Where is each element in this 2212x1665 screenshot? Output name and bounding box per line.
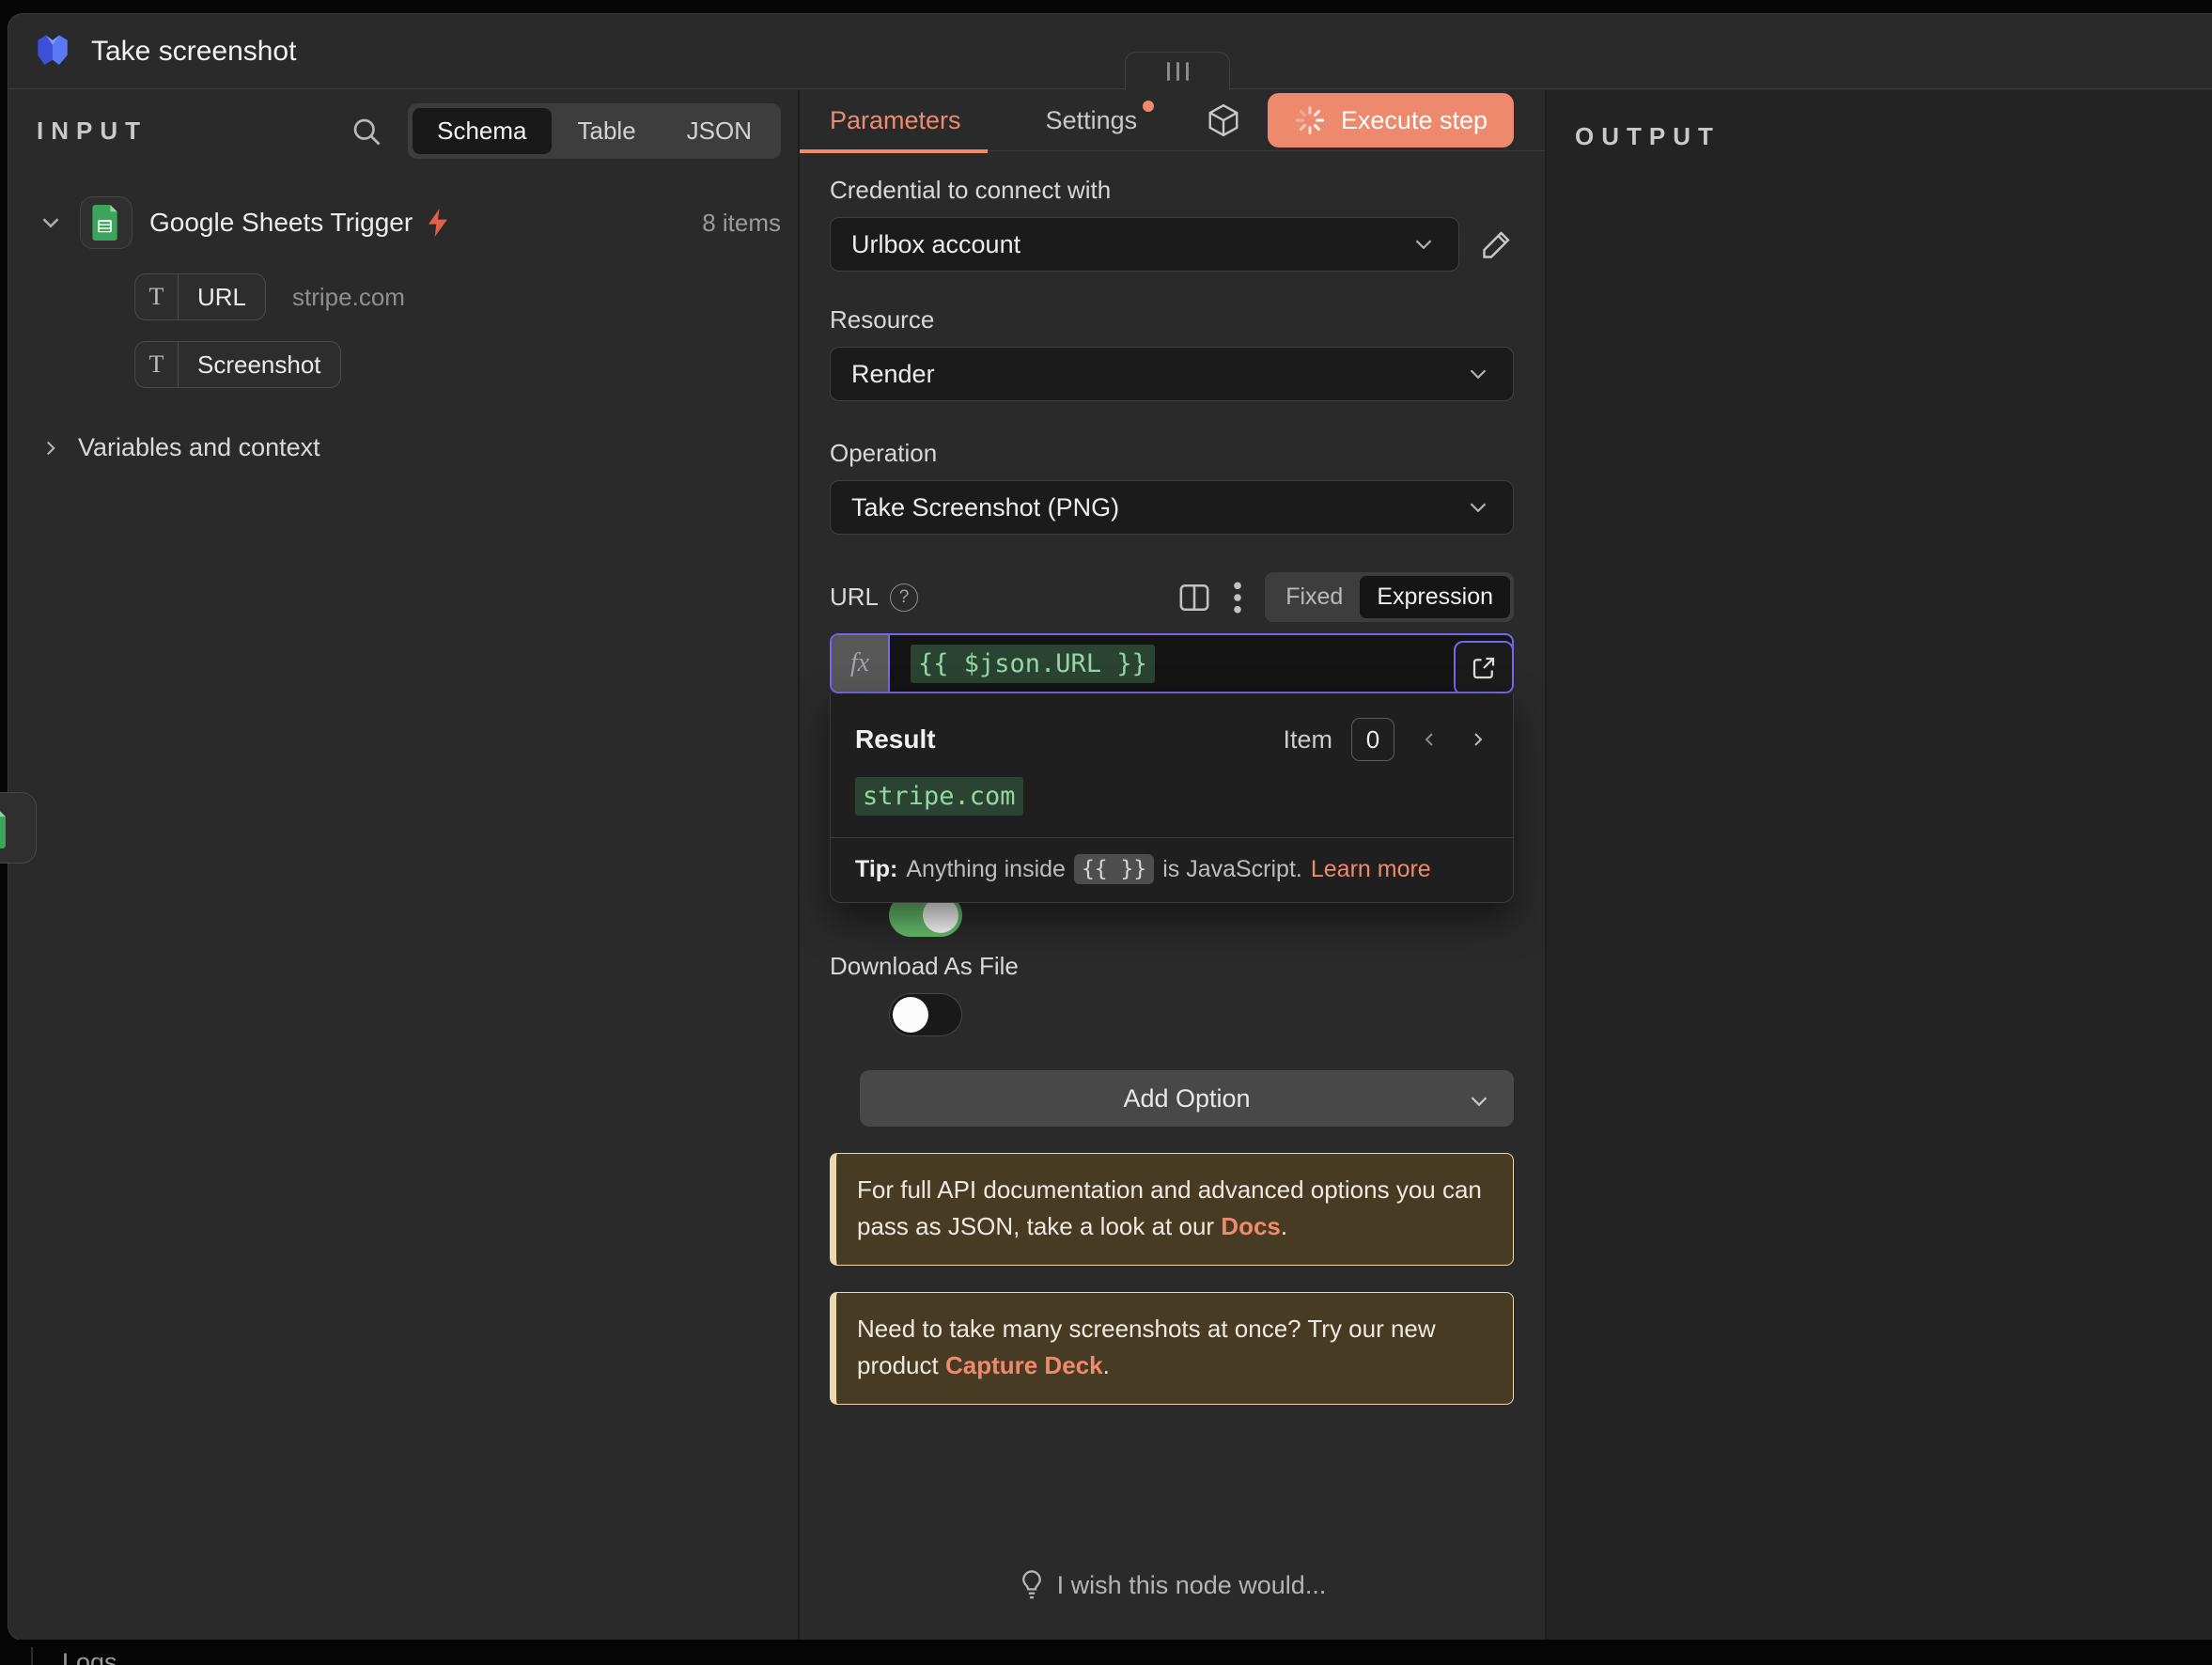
- expand-expression-icon[interactable]: [1454, 641, 1514, 693]
- chevron-down-icon: [1410, 230, 1438, 258]
- prev-item-icon[interactable]: [1419, 728, 1441, 751]
- lightbulb-icon: [1019, 1570, 1045, 1600]
- input-panel-title: INPUT: [37, 117, 148, 146]
- trigger-bolt-icon: [426, 209, 450, 237]
- schema-field-row: T Screenshot: [134, 341, 367, 388]
- input-view-tabs: Schema Table JSON: [408, 103, 781, 159]
- download-as-file-toggle[interactable]: [889, 993, 962, 1036]
- kebab-menu-icon[interactable]: [1233, 580, 1242, 615]
- chevron-down-icon: [1464, 360, 1492, 388]
- parameters-panel: Parameters Settings: [800, 90, 1547, 1640]
- text-type-icon: T: [135, 342, 179, 387]
- fx-icon: fx: [832, 635, 890, 692]
- chevron-right-icon: [39, 436, 63, 460]
- settings-notification-dot: [1143, 101, 1154, 112]
- spinner-icon: [1294, 104, 1326, 136]
- download-as-file-label: Download As File: [830, 952, 1514, 981]
- chevron-down-icon: [1465, 1087, 1493, 1115]
- credential-label: Credential to connect with: [830, 176, 1514, 205]
- input-panel: INPUT Schema Table JSON: [8, 90, 800, 1640]
- trigger-node-row[interactable]: Google Sheets Trigger 8 items: [37, 196, 781, 249]
- panel-drag-handle[interactable]: [1125, 52, 1230, 90]
- tab-table[interactable]: Table: [553, 108, 661, 154]
- add-option-button[interactable]: Add Option: [860, 1070, 1514, 1127]
- resource-label: Resource: [830, 305, 1514, 335]
- node-header: Take screenshot: [8, 14, 2212, 89]
- expression-text[interactable]: {{ $json.URL }}: [911, 645, 1155, 683]
- cube-icon[interactable]: [1206, 102, 1241, 138]
- google-sheets-icon: [80, 196, 132, 249]
- urlbox-logo-icon: [33, 32, 72, 71]
- chevron-down-icon[interactable]: [37, 209, 65, 237]
- variables-and-context[interactable]: Variables and context: [39, 433, 781, 462]
- url-label: URL: [830, 583, 879, 612]
- learn-more-link[interactable]: Learn more: [1311, 856, 1431, 883]
- bottom-bar: Logs: [0, 1640, 2212, 1665]
- items-count: 8 items: [702, 209, 781, 238]
- node-detail-modal: Take screenshot INPUT Schema Table JSON: [8, 13, 2212, 1641]
- trigger-node-name: Google Sheets Trigger: [149, 208, 413, 238]
- help-circle-icon[interactable]: ?: [890, 584, 918, 612]
- tab-settings[interactable]: Settings: [1046, 106, 1138, 135]
- item-label: Item: [1283, 725, 1332, 755]
- docs-link[interactable]: Docs: [1221, 1212, 1281, 1240]
- tab-schema[interactable]: Schema: [413, 108, 551, 154]
- operation-select[interactable]: Take Screenshot (PNG): [830, 480, 1514, 535]
- logs-panel-label[interactable]: Logs: [62, 1648, 117, 1665]
- braces-badge: {{ }}: [1074, 854, 1154, 884]
- search-icon[interactable]: [350, 115, 383, 148]
- tab-parameters[interactable]: Parameters: [830, 106, 961, 135]
- node-feedback-button[interactable]: I wish this node would...: [800, 1570, 1545, 1600]
- canvas-node-stub[interactable]: [0, 792, 37, 864]
- columns-view-icon[interactable]: [1178, 583, 1210, 613]
- result-title: Result: [855, 724, 936, 755]
- execute-step-button[interactable]: Execute step: [1268, 93, 1514, 148]
- expression-result-popup: Result Item 0: [830, 693, 1514, 903]
- url-expression-input[interactable]: fx {{ $json.URL }}: [830, 633, 1514, 693]
- schema-field-value: stripe.com: [292, 283, 405, 312]
- resource-select[interactable]: Render: [830, 347, 1514, 401]
- output-panel-title: OUTPUT: [1575, 122, 1721, 150]
- item-index-input[interactable]: 0: [1351, 718, 1394, 761]
- output-panel: OUTPUT: [1547, 90, 2212, 1640]
- capture-deck-notice: Need to take many screenshots at once? T…: [830, 1292, 1514, 1405]
- capture-deck-link[interactable]: Capture Deck: [945, 1351, 1103, 1379]
- node-title: Take screenshot: [91, 36, 296, 68]
- result-value: stripe.com: [855, 777, 1023, 816]
- schema-field-row: T URL stripe.com: [134, 273, 405, 320]
- chevron-down-icon: [1464, 493, 1492, 521]
- mode-expression[interactable]: Expression: [1360, 576, 1510, 618]
- footer-divider: [31, 1647, 33, 1665]
- credential-select[interactable]: Urlbox account: [830, 217, 1459, 272]
- operation-label: Operation: [830, 439, 1514, 468]
- next-item-icon[interactable]: [1466, 728, 1488, 751]
- fixed-expression-toggle: Fixed Expression: [1265, 572, 1514, 622]
- mode-fixed[interactable]: Fixed: [1269, 576, 1360, 618]
- tab-json[interactable]: JSON: [662, 108, 776, 154]
- schema-field-url[interactable]: T URL: [134, 273, 266, 320]
- docs-notice: For full API documentation and advanced …: [830, 1153, 1514, 1266]
- schema-field-screenshot[interactable]: T Screenshot: [134, 341, 341, 388]
- text-type-icon: T: [135, 274, 179, 319]
- expression-tip: Tip: Anything inside {{ }} is JavaScript…: [831, 837, 1513, 902]
- edit-credential-pencil-icon[interactable]: [1480, 227, 1514, 261]
